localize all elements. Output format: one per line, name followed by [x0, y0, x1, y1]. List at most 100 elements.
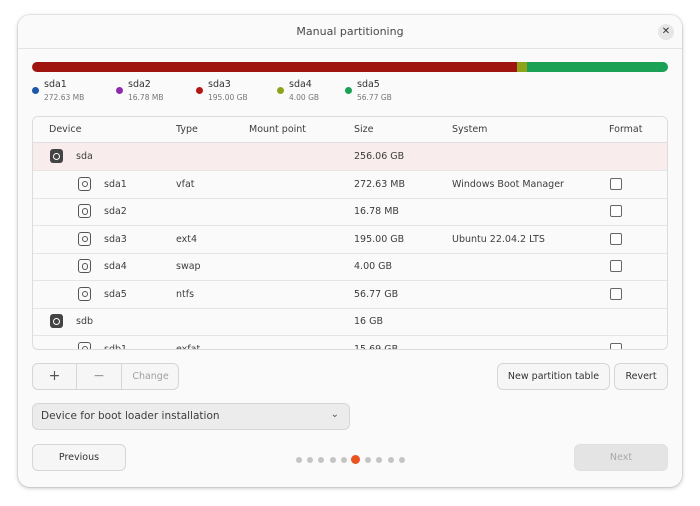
- cell-system: Windows Boot Manager: [452, 178, 564, 190]
- legend-dot: [32, 87, 39, 94]
- manual-partitioning-window: Manual partitioning ✕ sda1 272.63 MB sda2 1…: [18, 15, 682, 487]
- next-button[interactable]: Next: [574, 444, 668, 471]
- cell-type: ext4: [176, 233, 198, 245]
- partition-icon: [78, 259, 91, 273]
- page-dot-active: [350, 455, 360, 464]
- cell-type: swap: [176, 261, 201, 272]
- cell-system: Ubuntu 22.04.2 LTS: [452, 233, 545, 245]
- cell-device: sdb: [76, 316, 94, 327]
- legend-size: 272.63 MB: [44, 93, 85, 102]
- cell-size: 256.06 GB: [354, 151, 405, 162]
- legend-name: sda1: [44, 79, 67, 90]
- format-checkbox[interactable]: [610, 287, 622, 300]
- cell-size: 56.77 GB: [354, 288, 399, 300]
- header-device: Device: [49, 124, 82, 135]
- titlebar: Manual partitioning ✕: [18, 15, 682, 49]
- legend-name: sda2: [128, 79, 151, 90]
- change-partition-button[interactable]: Change: [122, 364, 178, 389]
- cell-size: 15.69 GB: [354, 343, 399, 350]
- page-dot: [365, 457, 372, 463]
- close-button[interactable]: ✕: [658, 24, 674, 40]
- page-dot: [398, 457, 405, 463]
- table-row[interactable]: sda2 16.78 MB: [33, 198, 667, 226]
- boot-loader-device-select[interactable]: Device for boot loader installation ⌄: [32, 403, 350, 430]
- cell-size: 16 GB: [354, 316, 383, 327]
- format-checkbox[interactable]: [610, 260, 622, 272]
- table-row[interactable]: sdb1 exfat 15.69 GB: [33, 336, 667, 350]
- boot-loader-device-label: Device for boot loader installation: [41, 410, 220, 422]
- cell-size: 4.00 GB: [354, 261, 393, 272]
- cell-device: sdb1: [104, 343, 128, 350]
- legend-dot: [116, 87, 123, 94]
- format-checkbox[interactable]: [610, 342, 622, 349]
- partition-edit-buttons: + − Change: [32, 363, 179, 390]
- cell-device: sda5: [104, 288, 127, 300]
- cell-size: 272.63 MB: [354, 178, 405, 190]
- close-icon: ✕: [661, 26, 671, 37]
- usage-segment-sda5: [526, 62, 668, 72]
- usage-segment-sda4: [517, 62, 527, 72]
- plus-icon: +: [48, 368, 61, 384]
- table-row[interactable]: sda5 ntfs 56.77 GB: [33, 281, 667, 309]
- legend-size: 56.77 GB: [357, 93, 392, 102]
- cell-device: sda2: [104, 206, 127, 217]
- header-size: Size: [354, 124, 374, 135]
- format-checkbox[interactable]: [610, 205, 622, 217]
- table-row[interactable]: sdb 16 GB: [33, 308, 667, 336]
- table-row[interactable]: sda4 swap 4.00 GB: [33, 253, 667, 281]
- legend-dot: [277, 87, 284, 94]
- add-partition-button[interactable]: +: [33, 364, 77, 389]
- cell-size: 16.78 MB: [354, 206, 399, 217]
- legend-size: 4.00 GB: [289, 93, 320, 102]
- cell-type: vfat: [176, 178, 195, 190]
- new-partition-table-button[interactable]: New partition table: [497, 363, 610, 390]
- disk-icon: [50, 314, 63, 328]
- legend-size: 195.00 GB: [208, 93, 248, 102]
- usage-segment-sda3: [32, 62, 518, 72]
- disk-usage-bar: [32, 62, 668, 72]
- remove-partition-button[interactable]: −: [77, 364, 122, 389]
- page-dot: [296, 457, 302, 463]
- partition-icon: [78, 231, 91, 246]
- table-row[interactable]: sda3 ext4 195.00 GB Ubuntu 22.04.2 LTS: [33, 226, 667, 254]
- header-mount-point: Mount point: [249, 124, 307, 135]
- legend-size: 16.78 MB: [128, 93, 164, 102]
- chevron-down-icon: ⌄: [330, 409, 339, 420]
- cell-device: sda3: [104, 233, 127, 245]
- legend-dot: [345, 87, 352, 94]
- cell-type: exfat: [176, 343, 201, 350]
- partition-table: Device Type Mount point Size System Form…: [32, 116, 668, 350]
- previous-button[interactable]: Previous: [32, 444, 126, 471]
- partition-icon: [78, 286, 91, 301]
- revert-button[interactable]: Revert: [614, 363, 668, 390]
- page-dot: [376, 457, 383, 463]
- page-dot: [387, 457, 394, 463]
- page-dot: [307, 457, 314, 463]
- partition-icon: [78, 341, 91, 349]
- header-type: Type: [176, 124, 198, 135]
- cell-device: sda: [76, 151, 93, 162]
- page-dot: [329, 457, 336, 463]
- table-row[interactable]: sda1 vfat 272.63 MB Windows Boot Manager: [33, 171, 667, 199]
- legend-name: sda5: [357, 79, 380, 90]
- table-header: Device Type Mount point Size System Form…: [33, 117, 667, 143]
- header-system: System: [452, 124, 488, 135]
- window-title: Manual partitioning: [296, 25, 404, 38]
- disk-icon: [50, 149, 63, 163]
- page-dot: [340, 457, 347, 463]
- cell-type: ntfs: [176, 288, 195, 300]
- page-dot: [318, 457, 325, 463]
- table-row[interactable]: sda 256.06 GB: [33, 143, 667, 171]
- header-format: Format: [609, 124, 643, 135]
- partition-icon: [78, 176, 91, 191]
- cell-device: sda1: [104, 178, 127, 190]
- legend-name: sda4: [289, 79, 312, 90]
- format-checkbox[interactable]: [610, 232, 622, 245]
- partition-icon: [78, 204, 91, 218]
- legend-dot: [196, 87, 203, 94]
- legend-name: sda3: [208, 79, 231, 90]
- minus-icon: −: [93, 368, 105, 384]
- format-checkbox[interactable]: [610, 177, 622, 190]
- cell-device: sda4: [104, 261, 127, 272]
- cell-size: 195.00 GB: [354, 233, 405, 245]
